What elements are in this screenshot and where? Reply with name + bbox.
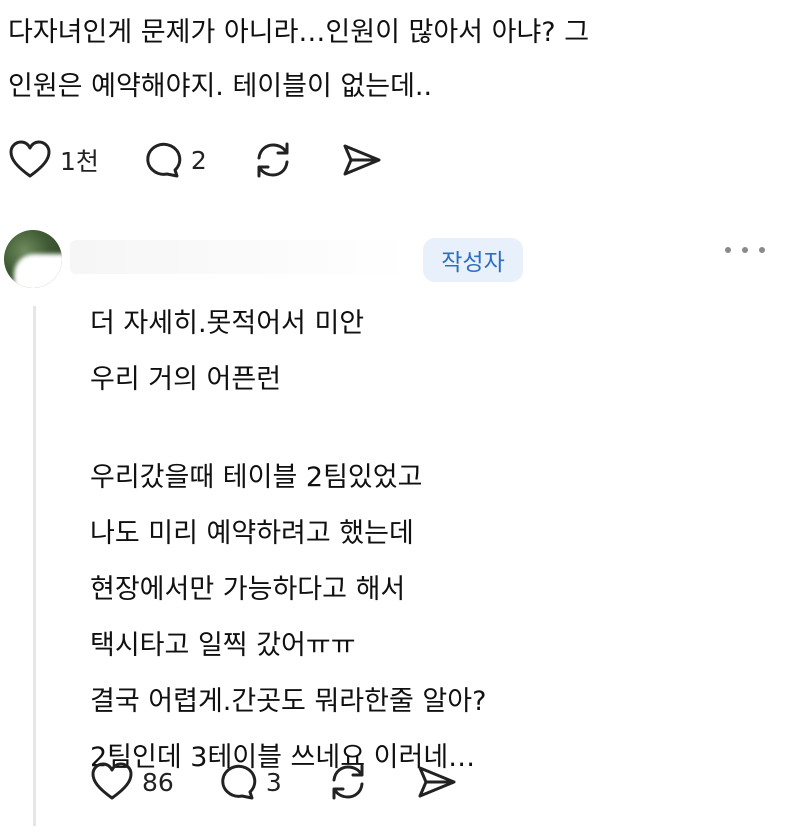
comment-bubble-icon xyxy=(146,142,182,178)
reply-repost-button[interactable] xyxy=(326,762,370,802)
comment-bubble-icon xyxy=(221,764,257,800)
reply-like-button[interactable]: 86 xyxy=(90,762,174,802)
reply-text: 더 자세히.못적어서 미안 우리 거의 어픈런 우리갔을때 테이블 2팀있었고 … xyxy=(90,296,770,786)
reply-share-button[interactable] xyxy=(414,762,458,802)
send-icon xyxy=(343,144,381,176)
share-button[interactable] xyxy=(339,140,383,180)
post-action-bar: 1천 2 xyxy=(8,140,427,180)
reply-line: 우리 거의 어픈런 xyxy=(90,364,282,395)
comment-button[interactable]: 2 xyxy=(143,140,207,180)
reply-line: 더 자세히.못적어서 미안 xyxy=(90,308,365,339)
heart-icon xyxy=(91,762,133,800)
comment-count: 2 xyxy=(190,145,207,175)
reply-line: 우리갔을때 테이블 2팀있었고 xyxy=(90,462,423,493)
like-count: 1천 xyxy=(60,147,99,176)
username-redacted xyxy=(70,240,410,274)
more-dots-icon[interactable] xyxy=(725,243,765,257)
repost-button[interactable] xyxy=(251,140,295,180)
repost-icon xyxy=(332,764,364,800)
reply-comment-button[interactable]: 3 xyxy=(218,762,282,802)
avatar[interactable] xyxy=(4,230,62,288)
reply-line: 현장에서만 가능하다고 해서 xyxy=(90,574,406,605)
reply-line: 택시타고 일찍 갔어ㅠㅠ xyxy=(90,630,356,661)
repost-icon xyxy=(257,142,289,178)
reply-action-bar: 86 3 xyxy=(90,762,502,802)
thread-line xyxy=(33,306,36,826)
send-icon xyxy=(418,766,456,798)
heart-icon xyxy=(9,140,51,178)
post-text: 다자녀인게 문제가 아니라…인원이 많아서 아냐? 그 인원은 예약해야지. 테… xyxy=(8,17,590,102)
reply-like-count: 86 xyxy=(142,767,174,797)
author-badge: 작성자 xyxy=(423,238,523,282)
like-button[interactable]: 1천 xyxy=(8,140,99,180)
reply-line: 결국 어렵게.간곳도 뭐라한줄 알아? xyxy=(90,686,487,717)
reply-line: 나도 미리 예약하려고 했는데 xyxy=(90,518,414,549)
reply-comment-count: 3 xyxy=(265,767,282,797)
